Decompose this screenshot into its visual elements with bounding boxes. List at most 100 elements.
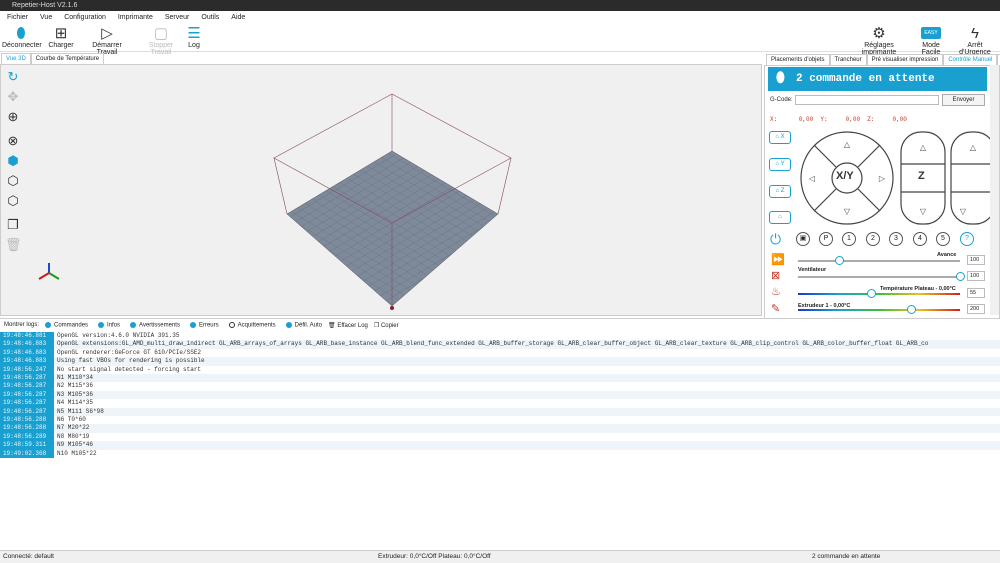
stop-motors-button[interactable]: ▣ [796,232,810,246]
home-x-button[interactable]: ⌂ X [769,131,791,144]
log-filter-dfilauto[interactable]: Défil. Auto [285,321,322,328]
svg-text:△: △ [844,140,851,149]
macro-4-button[interactable]: 4 [913,232,927,246]
label: Effacer Log [337,322,368,329]
macro-3-button[interactable]: 3 [889,232,903,246]
extruder-heat-icon[interactable]: ✎ [771,302,780,315]
temperature-status: Extrudeur: 0,0°C/Off Plateau: 0,0°C/Off [378,553,491,560]
z-value: 0,00 [892,116,907,123]
bed-heat-icon[interactable]: ♨ [771,285,781,298]
label: ? [965,235,969,242]
menu-outils[interactable]: Outils [201,11,219,24]
feedrate-slider-knob[interactable] [834,256,844,265]
gcode-input[interactable] [795,95,939,105]
menu-imprimante[interactable]: Imprimante [118,11,153,24]
emergency-stop-button[interactable]: ϟ Arrêt d'Urgence [952,24,998,57]
log-timestamp: 19:48:59.311 [0,441,54,450]
menu-vue[interactable]: Vue [40,11,52,24]
log-button[interactable]: ☰ Log [185,24,203,52]
start-job-button[interactable]: ▷ Démarrer Travail [82,24,132,56]
log-filter-erreurs[interactable]: Erreurs [189,321,219,328]
bed-temp-slider-knob[interactable] [866,289,876,298]
disconnect-button[interactable]: ⬮ Déconnecter [2,24,42,52]
label: 3 [894,235,898,242]
log-row: 19:48:56.287 N5 M111 S6*98 [0,407,1000,416]
feedrate-slider[interactable] [798,260,960,262]
fan-input[interactable]: 100 [967,271,985,281]
tab-temperature-curve[interactable]: Courbe de Température [30,53,105,64]
bed-temp-slider[interactable] [798,293,960,295]
coordinates: X: 0,00 Y: 0,00 Z: 0,00 [770,116,907,123]
log-timestamp: 19:48:56.289 [0,432,54,442]
help-button[interactable]: ? [960,232,974,246]
tab-slicer[interactable]: Trancheur [829,54,867,65]
fan-label: Ventilateur [798,267,827,273]
park-button[interactable]: P [819,232,833,246]
extruder-temp-input[interactable]: 200 [967,304,985,314]
z-label: Z [918,170,925,182]
svg-text:▽: ▽ [920,207,927,216]
extruder-temp-slider[interactable] [798,309,960,311]
home-y-button[interactable]: ⌂ Y [769,158,791,171]
log-row: 19:48:56.247 No start signal detected - f… [0,365,1000,374]
log-row: 19:48:56.287 N4 M114*35 [0,399,1000,408]
scrollbar[interactable] [990,65,999,315]
log-filter-avertissements[interactable]: Avertissements [130,321,180,328]
3d-view[interactable]: ↻ ✥ ⊕ ⊗ ⬢ ⬡ ⬡ ❐ 🗑 [0,64,762,316]
log-row: 19:48:59.311 N9 M105*46 [0,441,1000,450]
log-filter-commandes[interactable]: Commandes [45,321,88,328]
log-message: N8 M80*19 [57,432,90,440]
log-timestamp: 19:48:56.288 [0,424,54,433]
printer-settings-button[interactable]: ⚙ Réglages imprimante [848,24,910,56]
radio-icon [285,321,292,328]
menu-serveur[interactable]: Serveur [165,11,190,24]
power-icon[interactable]: ⏻ [770,231,781,248]
log-message: N7 M20*22 [57,424,90,432]
y-value: 0,00 [845,116,861,123]
fan-slider[interactable] [798,276,960,278]
clear-log-button[interactable]: 🗑 Effacer Log [328,322,368,329]
svg-text:▷: ▷ [879,174,886,183]
log-filter-infos[interactable]: Infos [98,321,120,328]
radio-icon [228,321,235,328]
stop-job-button[interactable]: ▢ Stopper Travail [139,24,183,56]
easy-badge: EASY [921,27,941,39]
svg-text:▽: ▽ [844,207,851,216]
title-bar: Repetier-Host V2.1.6 [0,0,1000,11]
copy-icon: ❐ [373,322,381,329]
log-timestamp: 19:48:46.883 [0,357,54,366]
macro-5-button[interactable]: 5 [936,232,950,246]
banner-text: 2 commande en attente [796,73,935,85]
bed-temp-input[interactable]: 55 [967,288,985,298]
log-row: 19:48:56.289 N8 M80*19 [0,432,1000,442]
menu-fichier[interactable]: Fichier [7,11,28,24]
connection-status: Connecté: default [3,553,54,560]
fan-icon[interactable]: ⊠ [771,269,780,282]
send-button[interactable]: Envoyer [942,94,985,106]
x-value: 0,00 [798,116,814,123]
copy-button[interactable]: ❐ Copier [374,322,399,329]
fan-slider-knob[interactable] [956,272,965,281]
tab-3d-view[interactable]: Vue 3D [1,53,31,64]
tab-print-preview[interactable]: Pré visualiser impression [866,54,944,65]
tab-manual-control[interactable]: Contrôle Manuel [943,54,998,65]
tab-object-placement[interactable]: Placements d'objets [766,54,830,65]
menu-aide[interactable]: Aide [231,11,245,24]
log-filter-acquittements[interactable]: Acquittements [228,321,276,328]
left-tabs: Vue 3D Courbe de Température [1,53,105,64]
home-z-button[interactable]: ⌂ Z [769,185,791,198]
feedrate-input[interactable]: 100 [967,255,985,265]
macro-1-button[interactable]: 1 [842,232,856,246]
menu-configuration[interactable]: Configuration [64,11,106,24]
label: Charger [48,42,74,49]
log-panel[interactable]: 19:48:46.881 OpenGL version:4.6.0 NVIDIA … [0,331,1000,550]
svg-text:◁: ◁ [809,174,816,183]
label: 1 [847,235,851,242]
easy-mode-button[interactable]: EASY Mode Facile [912,24,950,56]
load-button[interactable]: ⊞ Charger [48,24,74,52]
home-all-button[interactable]: ⌂ [769,211,791,224]
log-timestamp: 19:49:02.368 [0,449,54,458]
origin-marker [390,306,394,310]
stop-icon: ▢ [153,25,169,42]
macro-2-button[interactable]: 2 [866,232,880,246]
